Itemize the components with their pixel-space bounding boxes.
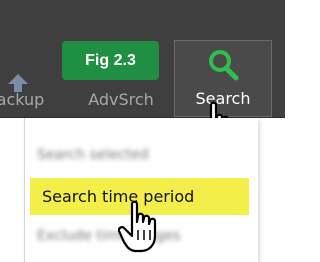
hand-pointer-icon (117, 200, 162, 260)
figure-tag: Fig 2.3 (62, 41, 159, 80)
advanced-search-button-label: AdvSrch (88, 90, 154, 109)
search-icon (205, 47, 241, 87)
menu-item-label: Search selected (37, 147, 149, 163)
backup-icon (6, 70, 36, 98)
menu-item-search-selected[interactable]: Search selected (37, 144, 149, 166)
backup-button[interactable]: Backup (0, 40, 64, 117)
